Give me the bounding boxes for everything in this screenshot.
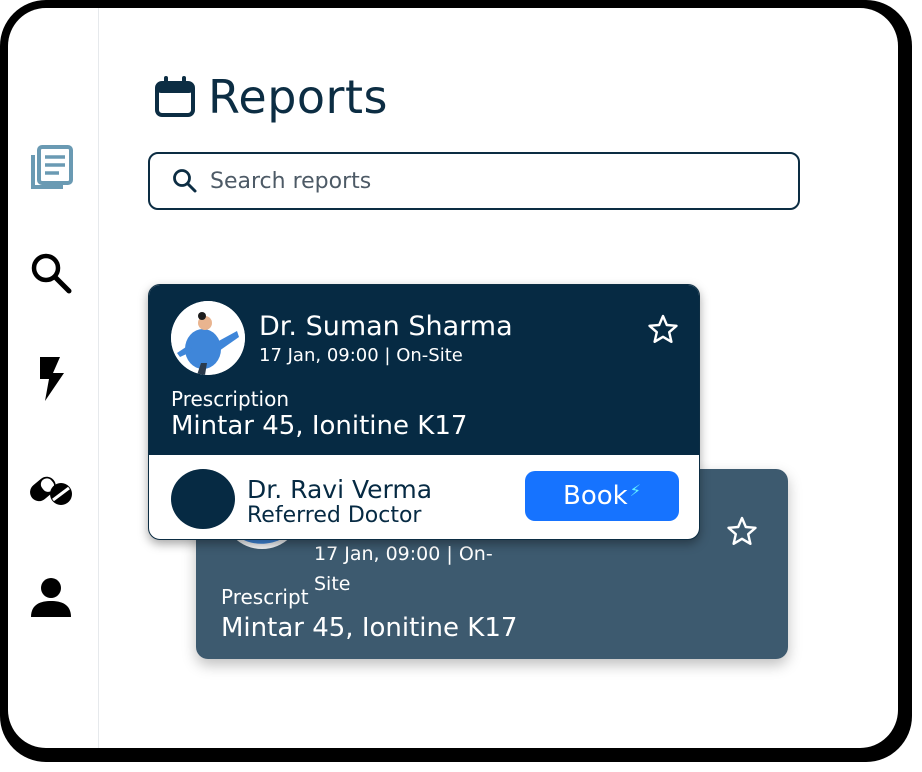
calendar-icon	[155, 76, 195, 117]
prescription-label: Prescription	[171, 387, 289, 411]
appointment-meta: 17 Jan, 09:00 | On- Site	[314, 539, 514, 599]
prescription-value: Mintar 45, Ionitine K17	[171, 411, 468, 441]
doctor-name: Dr. Suman Sharma	[259, 311, 513, 342]
profile-icon	[31, 578, 71, 617]
doctor-avatar	[171, 301, 245, 375]
appointment-meta: 17 Jan, 09:00 | On-Site	[259, 345, 463, 366]
pills-icon	[30, 476, 72, 505]
sidebar-item-search[interactable]	[26, 248, 76, 298]
lightning-icon: ⚡	[629, 480, 641, 500]
referred-doctor-role: Referred Doctor	[247, 503, 422, 528]
report-card[interactable]: Dr. Suman Sharma 17 Jan, 09:00 | On-Site…	[148, 284, 700, 540]
referred-doctor-name: Dr. Ravi Verma	[247, 475, 433, 504]
search-icon	[173, 169, 197, 193]
reports-icon	[31, 145, 73, 189]
appointment-meta-line: Site	[314, 573, 351, 595]
sidebar-item-medications[interactable]	[26, 464, 76, 514]
appointment-meta-line: 17 Jan, 09:00 | On-	[314, 543, 493, 565]
sidebar-item-activity[interactable]	[26, 354, 76, 404]
prescription-label: Prescript	[221, 585, 309, 609]
page-title: Reports	[208, 70, 388, 124]
search-input[interactable]	[208, 167, 772, 195]
book-label: Book	[563, 481, 628, 511]
sidebar	[8, 8, 99, 748]
star-icon[interactable]	[726, 515, 758, 547]
sidebar-item-reports[interactable]	[26, 142, 76, 192]
app-screen: Reports 17 Jan, 09:00 | On- Site Prescri…	[8, 8, 898, 748]
search-bar[interactable]	[148, 152, 800, 210]
star-icon[interactable]	[647, 313, 679, 345]
referred-doctor-avatar	[171, 469, 235, 529]
sidebar-item-profile[interactable]	[26, 572, 76, 622]
lightning-icon	[40, 357, 64, 401]
book-button[interactable]: Book ⚡	[525, 471, 679, 521]
device-frame: Reports 17 Jan, 09:00 | On- Site Prescri…	[0, 0, 912, 762]
prescription-value: Mintar 45, Ionitine K17	[221, 613, 518, 643]
page-header: Reports	[154, 70, 388, 124]
search-icon	[31, 253, 72, 294]
